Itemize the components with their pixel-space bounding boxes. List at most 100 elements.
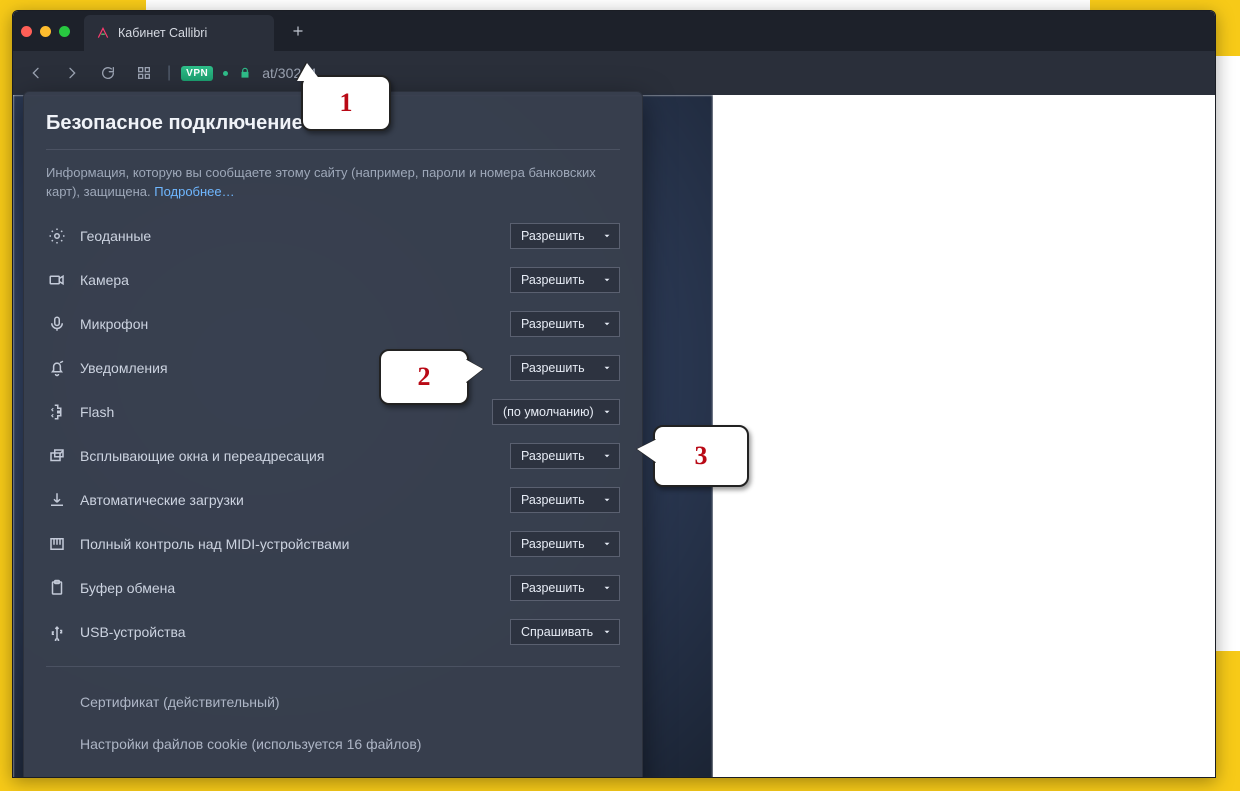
permission-value: Разрешить (521, 229, 585, 243)
apps-grid-icon (136, 65, 152, 81)
permission-row: УведомленияРазрешить (46, 348, 620, 388)
caret-down-icon (602, 495, 612, 505)
site-lock-button[interactable] (238, 66, 252, 80)
nav-back-button[interactable] (23, 60, 49, 86)
tab-active[interactable]: Кабинет Callibri (84, 15, 274, 51)
gear-icon (46, 777, 68, 778)
tab-strip: Кабинет Callibri (13, 11, 1215, 51)
divider (46, 666, 620, 667)
lock-icon (238, 66, 252, 80)
permission-row: Геоданные Разрешить (46, 216, 620, 256)
permission-value: Разрешить (521, 493, 585, 507)
new-tab-button[interactable] (284, 17, 312, 45)
permissions-list: ГеоданныеРазрешитьКамераРазрешитьМикрофо… (46, 216, 620, 652)
permission-select[interactable]: Разрешить (510, 575, 620, 601)
permission-value: Разрешить (521, 449, 585, 463)
permission-select[interactable]: Разрешить (510, 223, 620, 249)
flash-icon (46, 403, 68, 421)
permission-label: Всплывающие окна и переадресация (80, 448, 510, 464)
caret-down-icon (602, 451, 612, 461)
tab-title: Кабинет Callibri (118, 26, 207, 40)
permission-label: Автоматические загрузки (80, 492, 510, 508)
permission-value: Спрашивать (521, 625, 593, 639)
cam-icon (46, 271, 68, 289)
popover-footer-item[interactable]: Настройки файлов cookie (используется 16… (46, 723, 620, 765)
decor-yellow-bottom (0, 777, 1240, 791)
permission-value: Разрешить (521, 317, 585, 331)
permission-label: Flash (80, 404, 492, 420)
popover-footer-item[interactable]: Настройки сайтов (46, 765, 620, 778)
window-controls (21, 26, 70, 37)
permission-label: USB-устройства (80, 624, 510, 640)
permission-select[interactable]: Разрешить (510, 311, 620, 337)
dl-icon (46, 491, 68, 509)
permission-select[interactable]: Разрешить (510, 487, 620, 513)
page-background-right (713, 95, 1215, 777)
permission-row: Всплывающие окна и переадресация Разрешит… (46, 436, 620, 476)
vpn-status-dot-icon (223, 71, 228, 76)
reload-button[interactable] (95, 60, 121, 86)
tab-favicon-icon (96, 26, 110, 40)
nav-forward-button[interactable] (59, 60, 85, 86)
chevron-right-icon (64, 65, 80, 81)
annotation-callout-3: 3 (653, 425, 749, 487)
caret-down-icon (602, 627, 612, 637)
permission-select[interactable]: Разрешить (510, 267, 620, 293)
caret-down-icon (602, 363, 612, 373)
permission-value: Разрешить (521, 273, 585, 287)
permission-row: USB-устройства Спрашивать (46, 612, 620, 652)
toolbar: | VPN at/30214 (13, 51, 1215, 95)
bell-icon (46, 359, 68, 377)
usb-icon (46, 623, 68, 641)
loc-icon (46, 227, 68, 245)
caret-down-icon (602, 583, 612, 593)
divider (46, 149, 620, 150)
permission-row: Автоматические загрузки Разрешить (46, 480, 620, 520)
popover-footer-label: Сертификат (действительный) (80, 694, 280, 710)
popover-info-text: Информация, которую вы сообщаете этому с… (46, 164, 620, 202)
permission-value: Разрешить (521, 537, 585, 551)
permission-select[interactable]: (по умолчанию) (492, 399, 620, 425)
permission-row: Полный контроль над MIDI-устройствами Раз… (46, 524, 620, 564)
permission-row: Буфер обмена Разрешить (46, 568, 620, 608)
permission-value: Разрешить (521, 581, 585, 595)
caret-down-icon (602, 539, 612, 549)
permission-row: Flash (по умолчанию) (46, 392, 620, 432)
vpn-badge[interactable]: VPN (181, 66, 213, 81)
midi-icon (46, 535, 68, 553)
permission-label: Буфер обмена (80, 580, 510, 596)
permission-label: Геоданные (80, 228, 510, 244)
annotation-callout-1: 1 (301, 75, 391, 131)
mic-icon (46, 315, 68, 333)
popup-icon (46, 447, 68, 465)
plus-icon (291, 24, 305, 38)
permission-select[interactable]: Разрешить (510, 355, 620, 381)
site-info-popover: Безопасное подключение Информация, котор… (23, 91, 643, 778)
caret-down-icon (602, 231, 612, 241)
cookie-icon (46, 735, 68, 753)
reload-icon (100, 65, 116, 81)
chevron-left-icon (28, 65, 44, 81)
caret-down-icon (602, 319, 612, 329)
permission-select[interactable]: Спрашивать (510, 619, 620, 645)
window-close-button[interactable] (21, 26, 32, 37)
clip-icon (46, 579, 68, 597)
caret-down-icon (602, 275, 612, 285)
permission-select[interactable]: Разрешить (510, 443, 620, 469)
permission-label: Микрофон (80, 316, 510, 332)
caret-down-icon (602, 407, 612, 417)
permission-value: (по умолчанию) (503, 405, 594, 419)
window-minimize-button[interactable] (40, 26, 51, 37)
toolbar-separator: | (167, 64, 171, 82)
decor-yellow-left (0, 0, 12, 791)
permission-select[interactable]: Разрешить (510, 531, 620, 557)
browser-window: Кабинет Callibri | VPN (12, 10, 1216, 778)
permission-label: Полный контроль над MIDI-устройствами (80, 536, 510, 552)
popover-footer-list: Сертификат (действительный) Настройки фай… (46, 681, 620, 778)
popover-learn-more-link[interactable]: Подробнее… (154, 184, 234, 199)
permission-label: Камера (80, 272, 510, 288)
permission-row: Микрофон Разрешить (46, 304, 620, 344)
popover-footer-item[interactable]: Сертификат (действительный) (46, 681, 620, 723)
apps-button[interactable] (131, 60, 157, 86)
window-zoom-button[interactable] (59, 26, 70, 37)
